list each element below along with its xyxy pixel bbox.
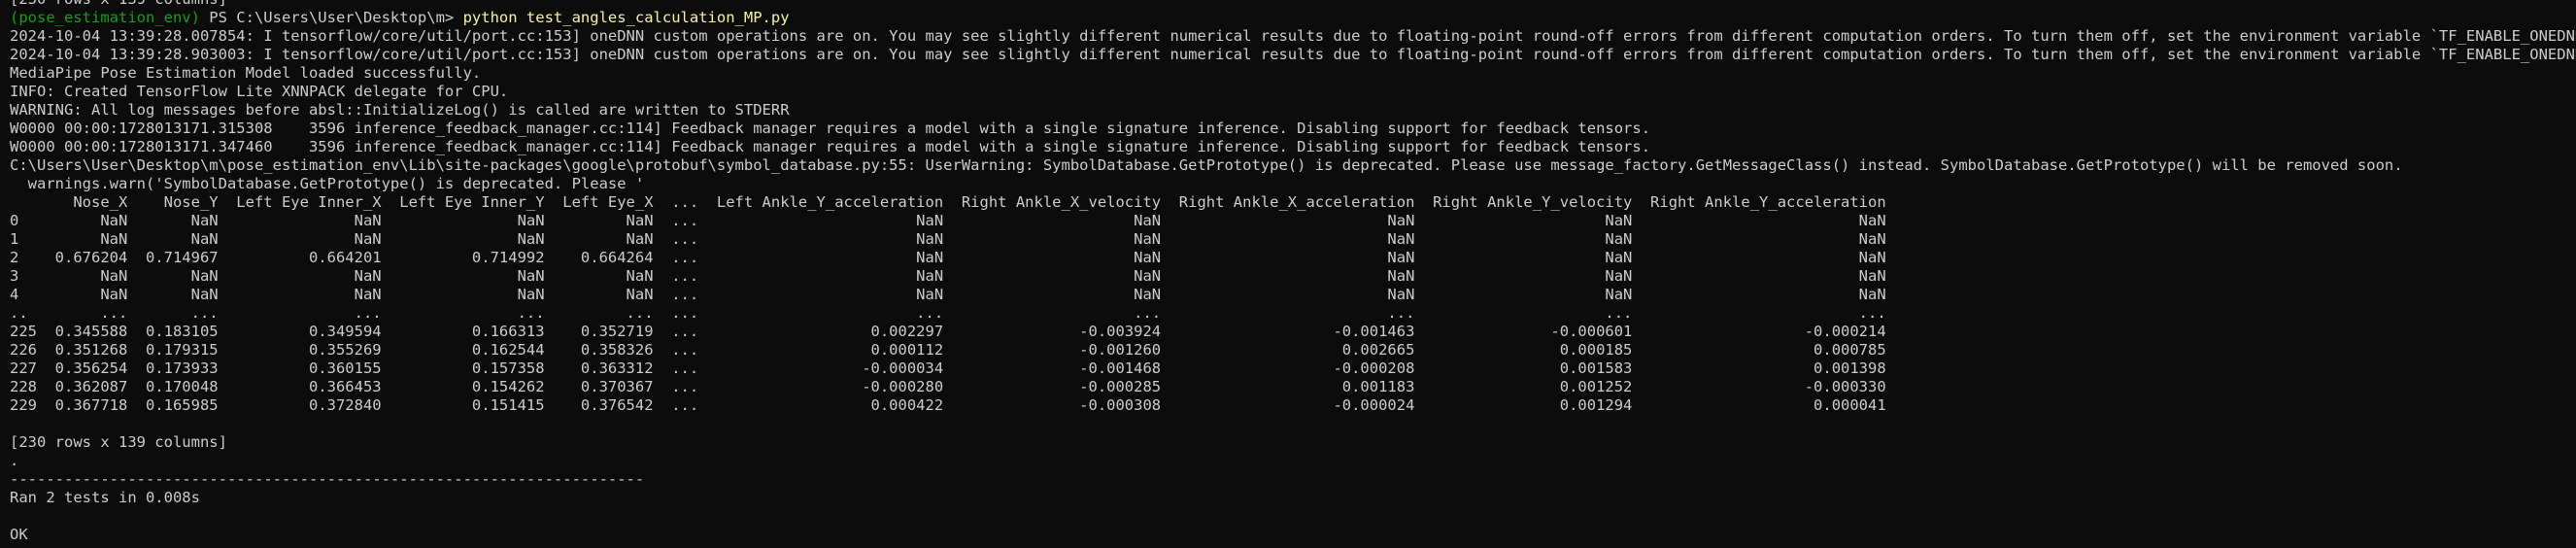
dataframe-row: 4 NaN NaN NaN NaN NaN ... NaN NaN NaN Na… xyxy=(10,286,1886,303)
prompt-line: (pose_estimation_env) PS C:\Users\User\D… xyxy=(10,9,2576,27)
dataframe-row: 0 NaN NaN NaN NaN NaN ... NaN NaN NaN Na… xyxy=(10,212,1886,229)
dataframe-row: .. ... ... ... ... ... ... ... ... ... .… xyxy=(10,304,1886,322)
output-line: INFO: Created TensorFlow Lite XNNPACK de… xyxy=(10,83,509,100)
dataframe-row: 227 0.356254 0.173933 0.360155 0.157358 … xyxy=(10,360,1886,377)
test-progress: . xyxy=(10,452,19,469)
separator-line: ----------------------------------------… xyxy=(10,470,645,488)
dataframe-row: 3 NaN NaN NaN NaN NaN ... NaN NaN NaN Na… xyxy=(10,267,1886,285)
prompt-env: (pose_estimation_env) xyxy=(10,9,200,26)
dataframe-shape: [230 rows x 139 columns] xyxy=(10,433,227,451)
output-line: 2024-10-04 13:39:28.007854: I tensorflow… xyxy=(10,27,2576,45)
dataframe-row: 228 0.362087 0.170048 0.366453 0.154262 … xyxy=(10,378,1886,395)
dataframe-row: 225 0.345588 0.183105 0.349594 0.166313 … xyxy=(10,323,1886,340)
output-line: WARNING: All log messages before absl::I… xyxy=(10,101,790,119)
test-result: OK xyxy=(10,526,28,543)
output-line: warnings.warn('SymbolDatabase.GetPrototy… xyxy=(10,175,645,192)
output-line: 2024-10-04 13:39:28.903003: I tensorflow… xyxy=(10,46,2576,63)
dataframe-row: 226 0.351268 0.179315 0.355269 0.162544 … xyxy=(10,341,1886,359)
output-line: C:\Users\User\Desktop\m\pose_estimation_… xyxy=(10,156,2403,174)
test-summary: Ran 2 tests in 0.008s xyxy=(10,489,200,506)
output-line: [230 rows x 139 columns] xyxy=(10,0,2576,9)
terminal-window[interactable]: [230 rows x 139 columns] (pose_estimatio… xyxy=(0,0,2576,548)
dataframe-row: 2 0.676204 0.714967 0.664201 0.714992 0.… xyxy=(10,249,1886,266)
output-line: W0000 00:00:1728013171.315308 3596 infer… xyxy=(10,120,1651,137)
prompt-command: python test_angles_calculation_MP.py xyxy=(462,9,790,26)
prompt-path: PS C:\Users\User\Desktop\m> xyxy=(199,9,463,26)
dataframe-header: Nose_X Nose_Y Left Eye Inner_X Left Eye … xyxy=(10,193,1886,211)
output-line: MediaPipe Pose Estimation Model loaded s… xyxy=(10,64,482,82)
dataframe-row: 229 0.367718 0.165985 0.372840 0.151415 … xyxy=(10,396,1886,414)
dataframe-row: 1 NaN NaN NaN NaN NaN ... NaN NaN NaN Na… xyxy=(10,230,1886,248)
terminal-output: [230 rows x 139 columns] (pose_estimatio… xyxy=(10,0,2576,544)
output-line: W0000 00:00:1728013171.347460 3596 infer… xyxy=(10,138,1651,155)
